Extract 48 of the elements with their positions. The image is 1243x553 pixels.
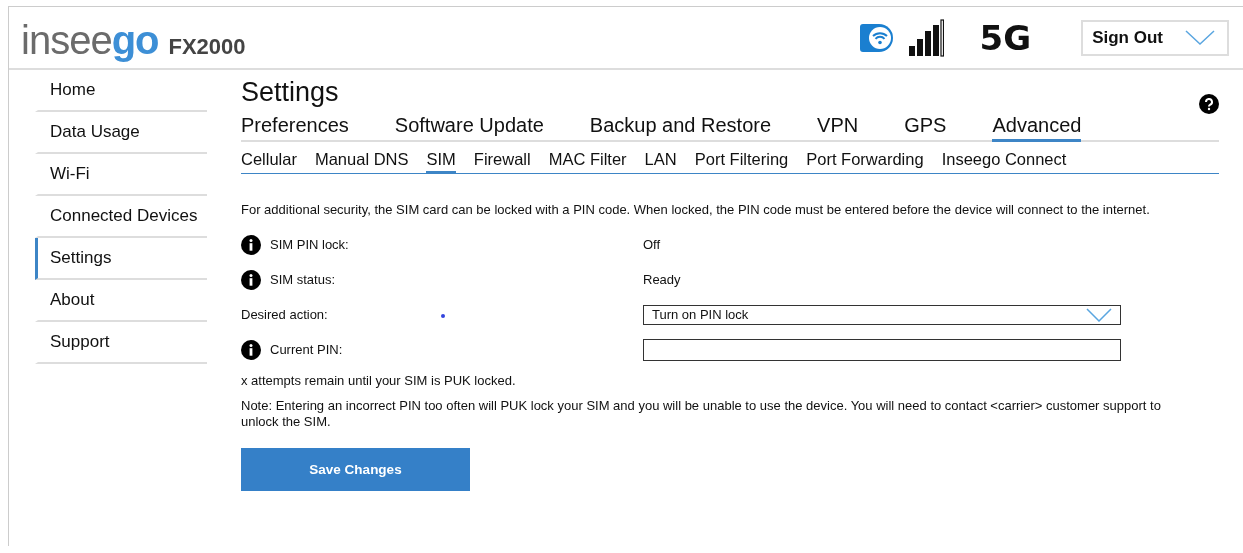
- tab[interactable]: Port Forwarding: [806, 150, 924, 174]
- tab[interactable]: Software Update: [394, 114, 544, 142]
- sidebar-item[interactable]: Settings: [35, 238, 207, 280]
- tab[interactable]: VPN: [817, 114, 859, 142]
- field-label: SIM PIN lock:: [270, 237, 349, 252]
- signal-bars-icon: [907, 18, 944, 57]
- sidebar-item[interactable]: Data Usage: [35, 112, 207, 154]
- sidebar-item[interactable]: Home: [35, 70, 207, 112]
- field-label: Desired action:: [241, 307, 328, 322]
- tab[interactable]: Backup and Restore: [589, 114, 772, 142]
- tab[interactable]: Inseego Connect: [941, 150, 1067, 174]
- pin-input-field[interactable]: [643, 338, 1121, 361]
- sidebar-item[interactable]: Connected Devices: [35, 196, 207, 238]
- info-icon[interactable]: [241, 269, 261, 290]
- logo: inseego: [21, 19, 159, 60]
- tab[interactable]: MAC Filter: [548, 150, 627, 174]
- action-dropdown[interactable]: Turn on PIN lock: [643, 304, 1121, 325]
- intro-text: For additional security, the SIM card can be locked with a PIN code. When locked, the PIN code must be entered before the device will connect to the internet.: [241, 202, 1151, 217]
- info-icon[interactable]: [241, 339, 261, 360]
- sidebar-item[interactable]: Support: [35, 322, 207, 364]
- attempts-note: x attempts remain until your SIM is PUK locked.: [241, 373, 517, 388]
- dot-icon: [441, 314, 445, 318]
- sign-out-dropdown[interactable]: Sign Out: [1081, 19, 1229, 56]
- tab[interactable]: Manual DNS: [314, 150, 409, 174]
- chevron-icon: [1086, 307, 1112, 322]
- save-changes-button[interactable]: Save Changes: [241, 448, 470, 491]
- tab[interactable]: Advanced: [992, 114, 1082, 142]
- tab[interactable]: Cellular: [241, 150, 297, 174]
- info-icon[interactable]: [241, 234, 261, 255]
- field-value: Ready: [643, 272, 681, 287]
- chevron-icon: [1185, 29, 1215, 46]
- tab[interactable]: LAN: [644, 150, 677, 174]
- tab[interactable]: Port Filtering: [694, 150, 789, 174]
- help-icon[interactable]: [1199, 94, 1219, 114]
- wifi-icon: [859, 23, 894, 52]
- warning-note: Note: Entering an incorrect PIN too often will PUK lock your SIM and you will be unable to use the device. You will need to contact <carrier> customer support to unlock the SIM.: [241, 398, 1162, 430]
- tab[interactable]: SIM: [426, 150, 456, 174]
- field-value: Off: [643, 237, 661, 252]
- sidebar-item[interactable]: About: [35, 280, 207, 322]
- tab[interactable]: Preferences: [241, 114, 349, 142]
- tab[interactable]: GPS: [904, 114, 947, 142]
- field-label: Current PIN:: [270, 342, 343, 357]
- sidebar-item[interactable]: Wi-Fi: [35, 154, 207, 196]
- page-title: Settings: [241, 76, 339, 109]
- model-name: FX2000: [168, 33, 246, 60]
- field-label: SIM status:: [270, 272, 336, 287]
- network-type: 5G: [979, 17, 1032, 58]
- tab[interactable]: Firewall: [473, 150, 531, 174]
